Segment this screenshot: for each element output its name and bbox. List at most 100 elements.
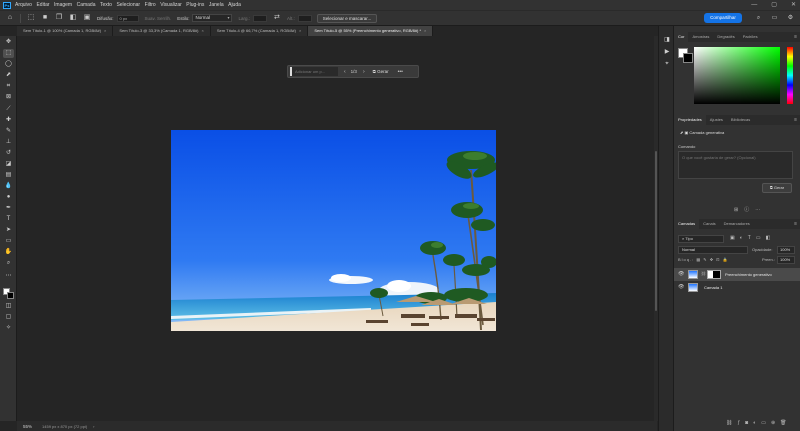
zoom-tool-icon[interactable]: ⌕ xyxy=(3,259,14,268)
crop-tool-icon[interactable]: ⌗ xyxy=(3,82,14,91)
new-layer-icon[interactable]: ⊕ xyxy=(771,420,780,426)
lasso-tool-icon[interactable]: ◯ xyxy=(3,60,14,69)
menu-arquivo[interactable]: Arquivo xyxy=(15,2,32,8)
menu-texto[interactable]: Texto xyxy=(100,2,112,8)
rectangular-marquee-tool-icon[interactable]: ⬚ xyxy=(3,49,14,58)
tab-camadas[interactable]: Camadas xyxy=(674,219,700,229)
hand-tool-icon[interactable]: ✋ xyxy=(3,248,14,257)
search-icon[interactable]: ⌕ xyxy=(754,13,763,23)
opacity-input[interactable]: 100% xyxy=(777,246,795,254)
layer-name[interactable]: Camada 1 xyxy=(704,285,722,290)
delete-layer-icon[interactable]: 🗑 xyxy=(780,420,791,426)
layer-row[interactable]: 👁 Camada 1 xyxy=(674,281,800,294)
dodge-tool-icon[interactable]: ● xyxy=(3,193,14,202)
workspace-icon[interactable]: ▭ xyxy=(770,13,779,23)
adjustment-filter-icon[interactable]: ◐ xyxy=(740,235,748,241)
menu-camada[interactable]: Camada xyxy=(77,2,96,8)
close-tab-icon[interactable]: × xyxy=(299,28,301,33)
prompt-input[interactable]: Adicionar um p... xyxy=(290,67,338,76)
menu-ajuda[interactable]: Ajuda xyxy=(228,2,241,8)
tab-demarcadores[interactable]: Demarcadores xyxy=(720,219,754,229)
feedback-icon[interactable]: ⊞ xyxy=(734,207,744,213)
history-panel-icon[interactable]: ◨ xyxy=(662,36,672,45)
select-and-mask-button[interactable]: Selecionar e mascarar... xyxy=(316,13,378,23)
tab-document-5[interactable]: Sem Título-5 @ 55% (Preenchimento genera… xyxy=(308,26,434,36)
style-select[interactable]: Normal xyxy=(192,14,233,22)
frame-tool-icon[interactable]: ⊠ xyxy=(3,93,14,102)
pen-tool-icon[interactable]: ✒ xyxy=(3,204,14,213)
history-brush-tool-icon[interactable]: ↺ xyxy=(3,149,14,158)
intersect-selection-icon[interactable]: ▣ xyxy=(83,14,91,22)
subtract-selection-icon[interactable]: ◧ xyxy=(69,14,77,22)
document-canvas[interactable] xyxy=(171,130,496,331)
link-icon[interactable]: ⛓ xyxy=(701,271,706,276)
type-tool-icon[interactable]: T xyxy=(3,215,14,224)
close-tab-icon[interactable]: × xyxy=(424,28,426,33)
smart-filter-icon[interactable]: ◧ xyxy=(766,235,776,241)
settings-icon[interactable]: ⚙ xyxy=(786,13,795,23)
prompt-textarea[interactable]: O que você gostaria de gerar? (Opcional) xyxy=(678,151,793,179)
tab-canais[interactable]: Canais xyxy=(699,219,719,229)
add-mask-icon[interactable]: ◙ xyxy=(745,420,753,426)
actions-panel-icon[interactable]: ▶ xyxy=(662,48,672,57)
gradient-tool-icon[interactable]: ▤ xyxy=(3,171,14,180)
healing-brush-tool-icon[interactable]: ✚ xyxy=(3,116,14,125)
menu-visualizar[interactable]: Visualizar xyxy=(160,2,182,8)
blend-mode-select[interactable]: Normal xyxy=(678,246,748,254)
scrollbar-thumb[interactable] xyxy=(655,151,657,311)
marquee-preset-icon[interactable]: ⬚ xyxy=(27,14,35,22)
previous-variation-icon[interactable]: ‹ xyxy=(344,69,346,75)
background-color-swatch[interactable] xyxy=(683,53,693,63)
anti-alias-label[interactable]: Suav. Serrilh. xyxy=(145,16,172,21)
type-filter-icon[interactable]: T xyxy=(748,235,756,241)
swap-dimensions-icon[interactable]: ⇄ xyxy=(273,14,281,22)
tab-document-1[interactable]: Sem Título-1 @ 100% (Camada 1, RGB/8#) × xyxy=(17,26,114,36)
menu-plugins[interactable]: Plug-ins xyxy=(186,2,204,8)
height-input[interactable] xyxy=(297,14,312,22)
close-window-icon[interactable]: ✕ xyxy=(791,0,796,10)
status-expand-icon[interactable]: › xyxy=(93,424,94,429)
close-tab-icon[interactable]: × xyxy=(202,28,204,33)
brush-tool-icon[interactable]: ✎ xyxy=(3,127,14,136)
fx-icon[interactable]: ƒ xyxy=(737,420,745,426)
generative-fill-icon[interactable]: ✧ xyxy=(3,324,14,333)
fill-input[interactable]: 100% xyxy=(777,256,795,264)
clone-stamp-tool-icon[interactable]: ⊥ xyxy=(3,138,14,147)
visibility-eye-icon[interactable]: 👁 xyxy=(678,271,684,277)
group-icon[interactable]: ▭ xyxy=(761,420,771,426)
rectangle-tool-icon[interactable]: ▭ xyxy=(3,237,14,246)
panel-menu-icon[interactable]: ≡ xyxy=(794,219,797,229)
blur-tool-icon[interactable]: 💧 xyxy=(3,182,14,191)
menu-selecionar[interactable]: Selecionar xyxy=(116,2,140,8)
shape-filter-icon[interactable]: ▭ xyxy=(756,235,766,241)
tab-cor[interactable]: Cor xyxy=(674,32,689,42)
generate-button[interactable]: ⧉ Gerar xyxy=(762,183,792,193)
more-icon[interactable]: ⋯ xyxy=(755,207,766,213)
menu-editar[interactable]: Editar xyxy=(36,2,49,8)
tab-amostras[interactable]: Amostras xyxy=(688,32,713,42)
screen-mode-icon[interactable]: ▢ xyxy=(3,313,14,322)
layer-filter-select[interactable]: ⌕ Tipo xyxy=(678,235,724,243)
brushes-panel-icon[interactable]: ⌖ xyxy=(662,60,672,69)
tab-document-4[interactable]: Sem Título-4 @ 66,7% (Camada 1, RGB/8#) × xyxy=(210,26,309,36)
eraser-tool-icon[interactable]: ◪ xyxy=(3,160,14,169)
info-icon[interactable]: ⓘ xyxy=(744,207,755,213)
visibility-eye-icon[interactable]: 👁 xyxy=(678,284,684,290)
path-selection-tool-icon[interactable]: ➤ xyxy=(3,226,14,235)
maximize-icon[interactable]: ▢ xyxy=(771,0,777,10)
home-icon[interactable]: ⌂ xyxy=(6,14,14,22)
layer-name[interactable]: Preenchimento generativo xyxy=(725,272,772,277)
tab-bibliotecas[interactable]: Bibliotecas xyxy=(727,115,754,125)
tab-padroes[interactable]: Padrões xyxy=(739,32,762,42)
adjustment-layer-icon[interactable]: ◐ xyxy=(753,420,761,426)
object-selection-tool-icon[interactable]: ⬈ xyxy=(3,71,14,80)
menu-janela[interactable]: Janela xyxy=(209,2,224,8)
panel-menu-icon[interactable]: ≡ xyxy=(794,115,797,125)
menu-filtro[interactable]: Filtro xyxy=(145,2,156,8)
photoshop-logo-icon[interactable]: Ps xyxy=(3,1,11,9)
share-button[interactable]: Compartilhar xyxy=(704,13,742,23)
close-tab-icon[interactable]: × xyxy=(104,28,106,33)
layer-row[interactable]: 👁 ⛓ Preenchimento generativo xyxy=(674,268,800,281)
link-layers-icon[interactable]: ⛓ xyxy=(726,420,737,426)
tab-ajustes[interactable]: Ajustes xyxy=(706,115,727,125)
